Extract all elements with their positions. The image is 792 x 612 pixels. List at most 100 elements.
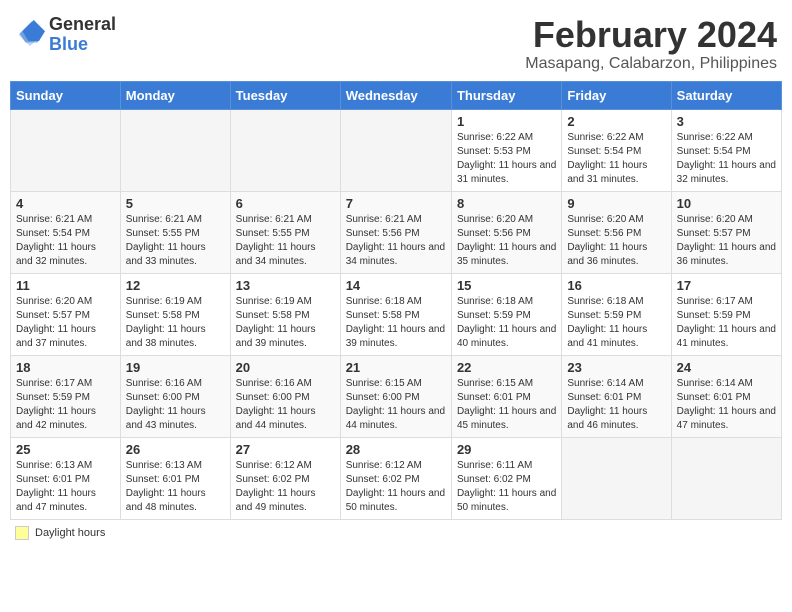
calendar-cell: 8 Sunrise: 6:20 AMSunset: 5:56 PMDaylight…: [451, 191, 561, 273]
day-info: Sunrise: 6:14 AMSunset: 6:01 PMDaylight:…: [567, 377, 665, 433]
location-subtitle: Masapang, Calabarzon, Philippines: [525, 55, 777, 73]
calendar-cell: 9 Sunrise: 6:20 AMSunset: 5:56 PMDaylight…: [562, 191, 671, 273]
calendar-weekday-header: Wednesday: [340, 81, 451, 109]
calendar-cell: 17Sunrise: 6:17 AMSunset: 5:59 PMDayligh…: [671, 273, 781, 355]
calendar-cell: 20 Sunrise: 6:16 AMSunset: 6:00 PMDayligh…: [230, 355, 340, 437]
day-info: Sunrise: 6:11 AMSunset: 6:02 PMDaylight:…: [457, 459, 556, 515]
day-info: Sunrise: 6:18 AMSunset: 5:58 PMDaylight:…: [346, 295, 446, 351]
calendar-weekday-header: Friday: [562, 81, 671, 109]
calendar-cell: [230, 109, 340, 191]
calendar-table: SundayMondayTuesdayWednesdayThursdayFrid…: [10, 81, 782, 520]
day-info: Sunrise: 6:16 AMSunset: 6:00 PMDaylight:…: [236, 377, 335, 433]
day-number: 20: [236, 360, 335, 375]
calendar-cell: 14 Sunrise: 6:18 AMSunset: 5:58 PMDayligh…: [340, 273, 451, 355]
day-number: 23: [567, 360, 665, 375]
day-info: Sunrise: 6:21 AMSunset: 5:56 PMDaylight:…: [346, 213, 446, 269]
day-number: 7: [346, 196, 446, 211]
calendar-week-row: 18 Sunrise: 6:17 AMSunset: 5:59 PMDayligh…: [11, 355, 782, 437]
day-number: 9: [567, 196, 665, 211]
calendar-cell: [120, 109, 230, 191]
day-info: Sunrise: 6:19 AMSunset: 5:58 PMDaylight:…: [236, 295, 335, 351]
day-info: Sunrise: 6:15 AMSunset: 6:00 PMDaylight:…: [346, 377, 446, 433]
calendar-week-row: 11 Sunrise: 6:20 AMSunset: 5:57 PMDayligh…: [11, 273, 782, 355]
day-info: Sunrise: 6:20 AMSunset: 5:57 PMDaylight:…: [16, 295, 115, 351]
day-info: Sunrise: 6:22 AMSunset: 5:53 PMDaylight:…: [457, 131, 556, 187]
calendar-weekday-header: Sunday: [11, 81, 121, 109]
logo-blue: Blue: [49, 35, 116, 55]
day-number: 15: [457, 278, 556, 293]
day-number: 19: [126, 360, 225, 375]
calendar-cell: 16Sunrise: 6:18 AMSunset: 5:59 PMDayligh…: [562, 273, 671, 355]
day-info: Sunrise: 6:21 AMSunset: 5:55 PMDaylight:…: [126, 213, 225, 269]
day-number: 26: [126, 442, 225, 457]
day-number: 12: [126, 278, 225, 293]
calendar-cell: 28 Sunrise: 6:12 AMSunset: 6:02 PMDayligh…: [340, 437, 451, 519]
calendar-cell: 21Sunrise: 6:15 AMSunset: 6:00 PMDayligh…: [340, 355, 451, 437]
title-block: February 2024 Masapang, Calabarzon, Phil…: [525, 15, 777, 73]
calendar-cell: [11, 109, 121, 191]
calendar-cell: [671, 437, 781, 519]
day-number: 6: [236, 196, 335, 211]
day-number: 5: [126, 196, 225, 211]
calendar-header-row: SundayMondayTuesdayWednesdayThursdayFrid…: [11, 81, 782, 109]
day-info: Sunrise: 6:18 AMSunset: 5:59 PMDaylight:…: [567, 295, 665, 351]
day-info: Sunrise: 6:21 AMSunset: 5:54 PMDaylight:…: [16, 213, 115, 269]
day-number: 27: [236, 442, 335, 457]
calendar-cell: 23 Sunrise: 6:14 AMSunset: 6:01 PMDayligh…: [562, 355, 671, 437]
day-info: Sunrise: 6:13 AMSunset: 6:01 PMDaylight:…: [16, 459, 115, 515]
calendar-cell: 2Sunrise: 6:22 AMSunset: 5:54 PMDaylight…: [562, 109, 671, 191]
day-info: Sunrise: 6:17 AMSunset: 5:59 PMDaylight:…: [677, 295, 776, 351]
day-info: Sunrise: 6:22 AMSunset: 5:54 PMDaylight:…: [567, 131, 665, 187]
day-number: 8: [457, 196, 556, 211]
calendar-week-row: 1 Sunrise: 6:22 AMSunset: 5:53 PMDaylight…: [11, 109, 782, 191]
logo-icon: [15, 20, 45, 50]
day-info: Sunrise: 6:12 AMSunset: 6:02 PMDaylight:…: [346, 459, 446, 515]
calendar-week-row: 25 Sunrise: 6:13 AMSunset: 6:01 PMDayligh…: [11, 437, 782, 519]
legend-box: [15, 526, 29, 540]
day-number: 28: [346, 442, 446, 457]
day-info: Sunrise: 6:22 AMSunset: 5:54 PMDaylight:…: [677, 131, 776, 187]
day-number: 13: [236, 278, 335, 293]
logo: General Blue: [15, 15, 116, 55]
month-title: February 2024: [525, 15, 777, 55]
day-number: 10: [677, 196, 776, 211]
calendar-week-row: 4Sunrise: 6:21 AMSunset: 5:54 PMDaylight…: [11, 191, 782, 273]
day-info: Sunrise: 6:20 AMSunset: 5:56 PMDaylight:…: [567, 213, 665, 269]
day-number: 29: [457, 442, 556, 457]
calendar-cell: 25 Sunrise: 6:13 AMSunset: 6:01 PMDayligh…: [11, 437, 121, 519]
calendar-cell: 11 Sunrise: 6:20 AMSunset: 5:57 PMDayligh…: [11, 273, 121, 355]
day-number: 18: [16, 360, 115, 375]
day-number: 25: [16, 442, 115, 457]
calendar-cell: 13 Sunrise: 6:19 AMSunset: 5:58 PMDayligh…: [230, 273, 340, 355]
day-info: Sunrise: 6:20 AMSunset: 5:56 PMDaylight:…: [457, 213, 556, 269]
day-number: 1: [457, 114, 556, 129]
day-number: 14: [346, 278, 446, 293]
calendar-cell: 19 Sunrise: 6:16 AMSunset: 6:00 PMDayligh…: [120, 355, 230, 437]
calendar-cell: 27Sunrise: 6:12 AMSunset: 6:02 PMDayligh…: [230, 437, 340, 519]
calendar-cell: 24Sunrise: 6:14 AMSunset: 6:01 PMDayligh…: [671, 355, 781, 437]
calendar-cell: 4Sunrise: 6:21 AMSunset: 5:54 PMDaylight…: [11, 191, 121, 273]
calendar-cell: 29 Sunrise: 6:11 AMSunset: 6:02 PMDayligh…: [451, 437, 561, 519]
calendar-weekday-header: Tuesday: [230, 81, 340, 109]
day-number: 11: [16, 278, 115, 293]
calendar-cell: 26 Sunrise: 6:13 AMSunset: 6:01 PMDayligh…: [120, 437, 230, 519]
day-info: Sunrise: 6:21 AMSunset: 5:55 PMDaylight:…: [236, 213, 335, 269]
day-info: Sunrise: 6:14 AMSunset: 6:01 PMDaylight:…: [677, 377, 776, 433]
day-number: 3: [677, 114, 776, 129]
calendar-cell: 5 Sunrise: 6:21 AMSunset: 5:55 PMDaylight…: [120, 191, 230, 273]
day-info: Sunrise: 6:16 AMSunset: 6:00 PMDaylight:…: [126, 377, 225, 433]
day-number: 22: [457, 360, 556, 375]
calendar-cell: 12Sunrise: 6:19 AMSunset: 5:58 PMDayligh…: [120, 273, 230, 355]
calendar-weekday-header: Monday: [120, 81, 230, 109]
day-info: Sunrise: 6:17 AMSunset: 5:59 PMDaylight:…: [16, 377, 115, 433]
calendar-cell: 6 Sunrise: 6:21 AMSunset: 5:55 PMDaylight…: [230, 191, 340, 273]
legend-label: Daylight hours: [35, 527, 105, 539]
day-info: Sunrise: 6:18 AMSunset: 5:59 PMDaylight:…: [457, 295, 556, 351]
day-info: Sunrise: 6:13 AMSunset: 6:01 PMDaylight:…: [126, 459, 225, 515]
legend: Daylight hours: [10, 526, 782, 540]
calendar-cell: 3 Sunrise: 6:22 AMSunset: 5:54 PMDaylight…: [671, 109, 781, 191]
calendar-cell: 1 Sunrise: 6:22 AMSunset: 5:53 PMDaylight…: [451, 109, 561, 191]
calendar-cell: 7 Sunrise: 6:21 AMSunset: 5:56 PMDaylight…: [340, 191, 451, 273]
calendar-weekday-header: Thursday: [451, 81, 561, 109]
calendar-cell: 18 Sunrise: 6:17 AMSunset: 5:59 PMDayligh…: [11, 355, 121, 437]
